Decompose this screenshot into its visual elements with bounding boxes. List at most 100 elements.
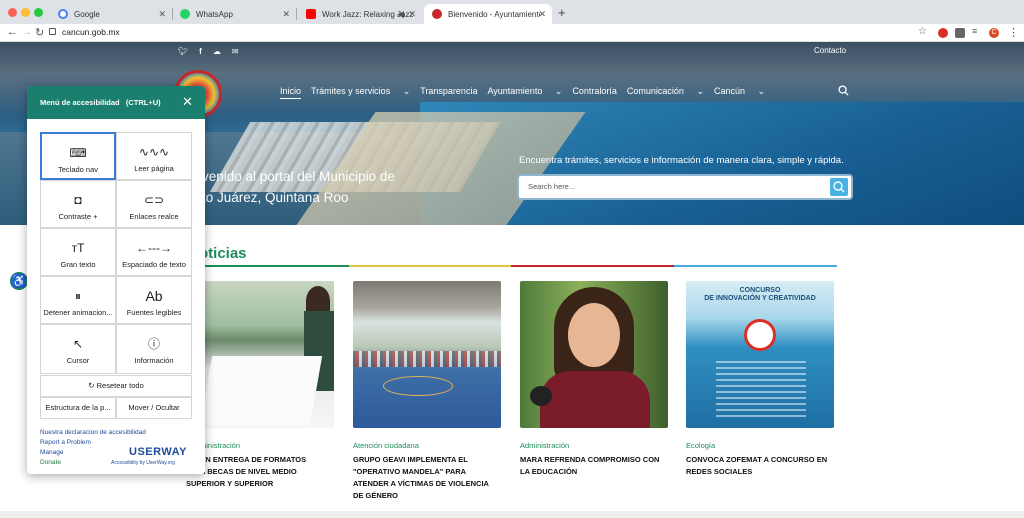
browser-tab-whatsapp[interactable]: WhatsApp ✕	[172, 4, 296, 24]
news-image-3[interactable]	[520, 281, 668, 428]
option-label: Cursor	[66, 356, 90, 365]
search-button[interactable]	[830, 178, 848, 196]
option-stop-animations[interactable]: ⏸ Detener animacion...	[40, 276, 116, 324]
nav-item-ayuntamiento[interactable]: Ayuntamiento ⌄	[487, 86, 562, 99]
manage-link[interactable]: Manage	[40, 449, 64, 456]
whatsapp-icon	[180, 9, 190, 19]
minimize-window-button[interactable]	[21, 8, 30, 17]
back-icon[interactable]: ←	[7, 26, 18, 38]
page-structure-button[interactable]: Estructura de la p...	[40, 397, 116, 419]
news-image-4[interactable]: CONCURSO DE INNOVACIÓN Y CREATIVIDAD	[686, 281, 834, 428]
option-information[interactable]: ⓘ Información	[116, 324, 192, 374]
search-input[interactable]: Search here...	[528, 182, 575, 191]
option-highlight-links[interactable]: ⊂⊃ Enlaces realce	[116, 180, 192, 228]
accessibility-menu-header: Menú de accesibilidad (CTRL+U) ✕	[27, 86, 205, 119]
headline-line: GRUPO GEAVI IMPLEMENTA EL	[353, 455, 468, 464]
nav-item-comunicacion[interactable]: Comunicación ⌄	[627, 86, 704, 99]
news-headline-3[interactable]: MARA REFRENDA COMPROMISO CON LA EDUCACIÓ…	[520, 454, 680, 478]
news-category[interactable]: ministración	[200, 441, 240, 450]
email-icon[interactable]: ✉	[232, 47, 239, 56]
move-hide-button[interactable]: Mover / Ocultar	[116, 397, 192, 419]
close-tab-icon[interactable]: ✕	[538, 9, 546, 20]
option-contrast[interactable]: ◘ Contraste +	[40, 180, 116, 228]
nav-label: Cancún	[713, 86, 746, 96]
donate-link[interactable]: Donate	[40, 459, 61, 466]
nav-item-contraloria[interactable]: Contraloría	[572, 86, 617, 99]
reset-label: Resetear todo	[96, 381, 144, 390]
media-control-icon[interactable]: ≡	[972, 26, 977, 36]
contrast-icon: ◘	[74, 193, 82, 207]
news-image-1[interactable]	[186, 281, 334, 428]
browser-menu-icon[interactable]: ⋮	[1008, 26, 1019, 39]
zoom-window-button[interactable]	[34, 8, 43, 17]
headline-line: CONVOCA ZOFEMAT A CONCURSO EN	[686, 455, 828, 464]
userway-tagline: Accessibility by UserWay.org	[111, 460, 175, 466]
headline-line: AN ENTREGA DE FORMATOS	[200, 455, 307, 464]
headline-line: REDES SOCIALES	[686, 467, 753, 476]
hero-subtitle: Encuentra trámites, servicios e informac…	[519, 155, 844, 166]
option-label: Teclado nav	[57, 165, 99, 174]
address-bar-row: ← → ↻ cancun.gob.mx ☆ ≡ C ⋮	[0, 24, 1024, 42]
nav-item-inicio[interactable]: Inicio	[280, 86, 302, 99]
facebook-icon[interactable]: f	[199, 47, 202, 56]
close-tab-icon[interactable]: ✕	[158, 9, 166, 20]
option-label: Fuentes legibles	[126, 308, 182, 317]
reload-icon[interactable]: ↻	[35, 26, 44, 39]
sound-wave-icon: ∿∿∿	[138, 145, 170, 159]
close-icon[interactable]: ✕	[182, 94, 193, 110]
adblock-icon[interactable]	[938, 28, 948, 38]
reset-all-button[interactable]: ↻ Resetear todo	[40, 375, 192, 397]
nav-label: Trámites y servicios	[311, 86, 391, 96]
accessibility-icon: ♿	[11, 274, 27, 288]
news-headline-4[interactable]: CONVOCA ZOFEMAT A CONCURSO EN REDES SOCI…	[686, 454, 846, 478]
option-legible-fonts[interactable]: Ab Fuentes legibles	[116, 276, 192, 324]
browser-tab-youtube[interactable]: Work Jazz: Relaxing Jazz ◀ ✕	[298, 4, 422, 24]
contact-link[interactable]: Contacto	[814, 46, 846, 55]
hero-title: venido al portal del Municipio de to Juá…	[202, 166, 432, 208]
option-read-page[interactable]: ∿∿∿ Leer página	[116, 132, 192, 180]
option-text-spacing[interactable]: ←---→ Espaciado de texto	[116, 228, 192, 276]
nav-item-cancun[interactable]: Cancún ⌄	[714, 86, 765, 99]
forward-icon[interactable]: →	[21, 26, 32, 38]
option-label: Enlaces realce	[129, 212, 179, 221]
bookmark-star-icon[interactable]: ☆	[918, 26, 927, 37]
accessibility-statement-link[interactable]: Nuestra declaracion de accesibilidad	[40, 429, 146, 436]
close-tab-icon[interactable]: ✕	[408, 9, 416, 20]
option-cursor[interactable]: ↖ Cursor	[40, 324, 116, 374]
browser-tab-cancun[interactable]: Bienvenido - Ayuntamiento de ✕	[424, 4, 552, 24]
option-keyboard-nav[interactable]: ⌨ Teclado nav	[40, 132, 116, 180]
browser-tab-google[interactable]: Google ✕	[50, 4, 172, 24]
cursor-icon: ↖	[72, 337, 84, 351]
twitter-icon[interactable]: 🐦︎	[178, 47, 188, 56]
url-field[interactable]: cancun.gob.mx	[62, 27, 120, 37]
headline-line: MARA REFRENDA COMPROMISO CON	[520, 455, 660, 464]
nav-item-transparencia[interactable]: Transparencia	[420, 86, 477, 99]
report-problem-link[interactable]: Report a Problem	[40, 439, 91, 446]
nav-item-tramites[interactable]: Trámites y servicios ⌄	[311, 86, 410, 99]
lock-icon	[49, 28, 56, 35]
news-headline-2[interactable]: GRUPO GEAVI IMPLEMENTA EL "OPERATIVO MAN…	[353, 454, 513, 502]
news-headline-1[interactable]: AN ENTREGA DE FORMATOS A BECAS DE NIVEL …	[186, 454, 334, 490]
userway-logo[interactable]: USERWAY	[129, 446, 187, 458]
news-heading: oticias	[199, 245, 247, 262]
news-category[interactable]: Atención ciudadana	[353, 441, 419, 450]
page-bottom-edge	[0, 511, 1024, 518]
news-image-2[interactable]	[353, 281, 501, 428]
cloud-icon[interactable]: ☁	[213, 47, 221, 56]
close-tab-icon[interactable]: ✕	[282, 9, 290, 20]
hero-search-box[interactable]: Search here...	[519, 176, 851, 198]
news-category[interactable]: Administración	[520, 441, 569, 450]
search-icon[interactable]	[838, 85, 849, 96]
news-category[interactable]: Ecología	[686, 441, 715, 450]
new-tab-icon[interactable]: +	[558, 5, 566, 20]
poster-line: CONCURSO	[739, 287, 781, 294]
reset-icon: ↻	[88, 381, 95, 390]
option-big-text[interactable]: ᴛT Gran texto	[40, 228, 116, 276]
extensions-icon[interactable]	[955, 28, 965, 38]
tab-label: Google	[74, 9, 100, 19]
headline-line: SUPERIOR Y SUPERIOR	[186, 479, 274, 488]
mute-tab-icon[interactable]: ◀	[397, 9, 404, 20]
headline-line: LA EDUCACIÓN	[520, 467, 578, 476]
close-window-button[interactable]	[8, 8, 17, 17]
profile-avatar[interactable]: C	[989, 28, 999, 38]
